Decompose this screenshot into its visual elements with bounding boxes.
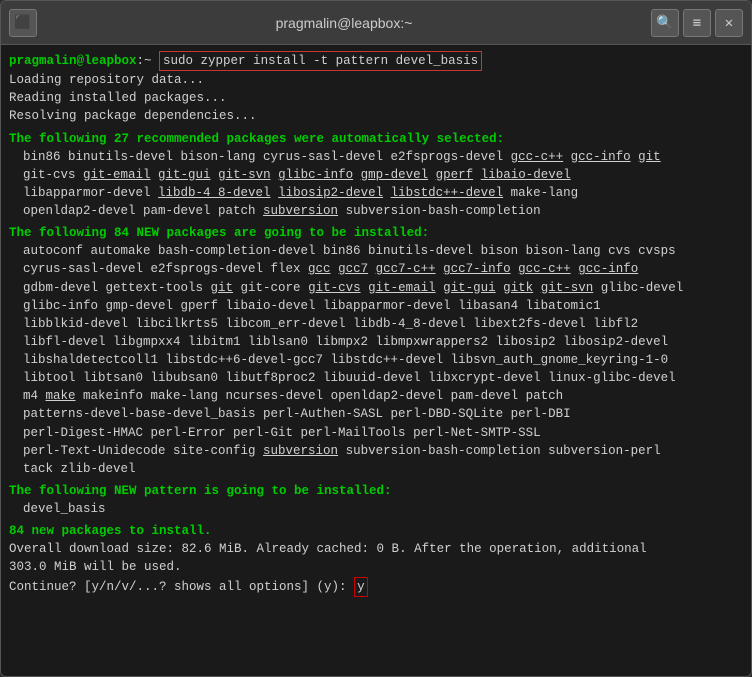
command-box: sudo zypper install -t pattern devel_bas… [159, 51, 482, 71]
section1-packages: bin86 binutils-devel bison-lang cyrus-sa… [9, 148, 743, 221]
section1-header: The following 27 recommended packages we… [9, 130, 743, 148]
prompt-line: pragmalin@leapbox:~ sudo zypper install … [9, 51, 743, 71]
title-bar-buttons: 🔍 ≡ ✕ [651, 9, 743, 37]
close-button[interactable]: ✕ [715, 9, 743, 37]
summary-line2: Overall download size: 82.6 MiB. Already… [9, 540, 743, 558]
section2-packages: autoconf automake bash-completion-devel … [9, 242, 743, 478]
output-line-reading: Reading installed packages... [9, 89, 743, 107]
continue-prompt: Continue? [y/n/v/...? shows all options]… [9, 577, 743, 597]
window-title: pragmalin@leapbox:~ [276, 15, 413, 31]
menu-button[interactable]: ≡ [683, 9, 711, 37]
output-line-resolving: Resolving package dependencies... [9, 107, 743, 125]
prompt-separator: :~ [137, 52, 160, 70]
summary-line1: 84 new packages to install. [9, 522, 743, 540]
section2-header: The following 84 NEW packages are going … [9, 224, 743, 242]
section3-header: The following NEW pattern is going to be… [9, 482, 743, 500]
terminal-icon: ⬛ [9, 9, 37, 37]
section3-packages: devel_basis [9, 500, 743, 518]
close-icon: ✕ [725, 15, 733, 31]
summary-line3: 303.0 MiB will be used. [9, 558, 743, 576]
prompt-user: pragmalin@leapbox [9, 52, 137, 70]
answer-y: y [354, 577, 368, 597]
search-button[interactable]: 🔍 [651, 9, 679, 37]
output-line-loading: Loading repository data... [9, 71, 743, 89]
search-icon: 🔍 [656, 15, 673, 31]
terminal-window: ⬛ pragmalin@leapbox:~ 🔍 ≡ ✕ pragmalin@le… [0, 0, 752, 677]
title-bar: ⬛ pragmalin@leapbox:~ 🔍 ≡ ✕ [1, 1, 751, 45]
terminal-body: pragmalin@leapbox:~ sudo zypper install … [1, 45, 751, 676]
menu-icon: ≡ [693, 15, 701, 31]
